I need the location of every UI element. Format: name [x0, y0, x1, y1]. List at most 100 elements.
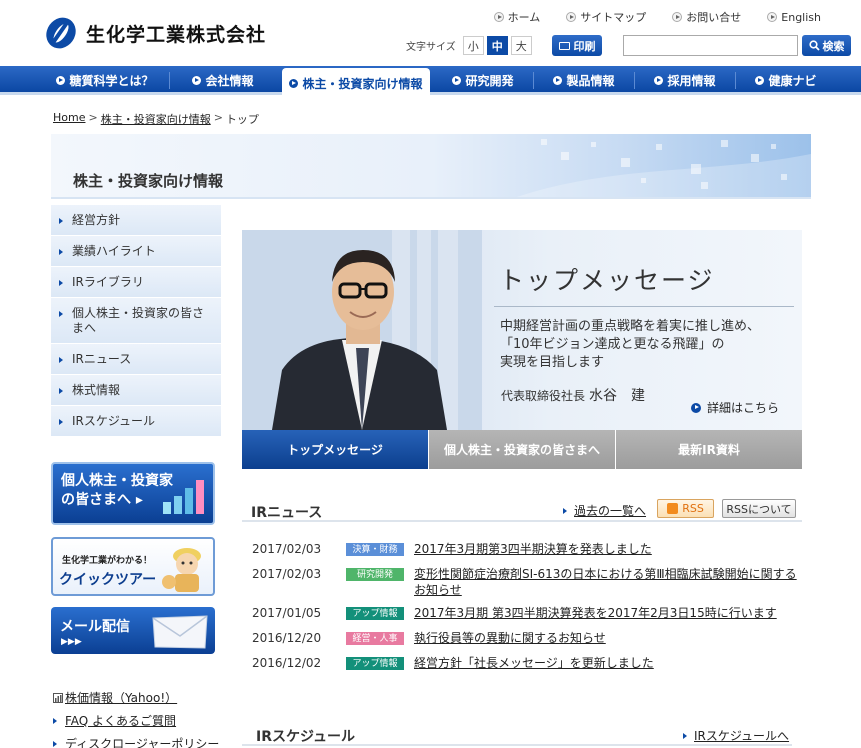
tab-latest-ir[interactable]: 最新IR資料: [615, 430, 802, 469]
font-size-large-button[interactable]: 大: [510, 36, 532, 55]
side-item-stock[interactable]: 株式情報: [51, 375, 221, 406]
news-date: 2016/12/02: [252, 656, 322, 670]
side-item-individual[interactable]: 個人株主・投資家の皆さまへ: [51, 298, 221, 344]
arrow-icon: [59, 311, 63, 317]
side-links: 株価情報（Yahoo!） FAQ よくあるご質問 ディスクロージャーポリシー: [53, 686, 219, 748]
president-signature: 代表取締役社長 水谷 建: [501, 388, 646, 404]
logo-mark-icon: [44, 16, 78, 50]
print-button[interactable]: 印刷: [552, 35, 602, 56]
breadcrumb-investors[interactable]: 株主・投資家向け情報: [101, 111, 211, 127]
news-link[interactable]: 2017年3月期 第3四半期決算発表を2017年2月3日15時に行います: [414, 605, 804, 621]
president-photo: [242, 230, 482, 430]
news-category-badge: 研究開発: [346, 568, 404, 581]
tab-individual-investors[interactable]: 個人株主・投資家の皆さまへ: [428, 430, 615, 469]
news-row: 2017/02/03 研究開発 変形性関節症治療剤SI-613の日本における第Ⅲ相臨…: [252, 566, 804, 598]
ir-tabs: トップメッセージ 個人株主・投資家の皆さまへ 最新IR資料: [242, 430, 802, 469]
font-size-small-button[interactable]: 小: [462, 36, 484, 55]
side-item-ir-news[interactable]: IRニュース: [51, 344, 221, 375]
arrow-icon: [59, 357, 63, 363]
arrow-circle-icon: [566, 12, 577, 22]
nav-item-glycoscience[interactable]: 糖質科学とは？: [46, 66, 164, 95]
side-item-ir-library[interactable]: IRライブラリ: [51, 267, 221, 298]
news-link[interactable]: 経営方針「社長メッセージ」を更新しました: [414, 655, 804, 671]
font-size-medium-button[interactable]: 中: [486, 36, 508, 55]
side-item-ir-schedule[interactable]: IRスケジュール: [51, 406, 221, 437]
bar-chart-icon: [163, 480, 204, 514]
home-link[interactable]: ホーム: [493, 9, 540, 25]
hero-more-link[interactable]: 詳細はこちら: [691, 399, 779, 416]
side-item-policy[interactable]: 経営方針: [51, 205, 221, 236]
stock-price-link[interactable]: 株価情報（Yahoo!）: [53, 686, 219, 709]
tab-top-message[interactable]: トップメッセージ: [242, 430, 428, 469]
arrow-icon: [59, 419, 63, 425]
arrow-circle-icon: [452, 76, 462, 85]
breadcrumb-home[interactable]: Home: [53, 111, 85, 127]
nav-item-research[interactable]: 研究開発: [437, 66, 529, 95]
arrow-icon: [59, 249, 63, 255]
ir-schedule-title: IRスケジュール: [256, 729, 356, 745]
top-message-hero: トップメッセージ 中期経営計画の重点戦略を着実に推し進め、 「10年ビジョン達成…: [242, 230, 802, 430]
arrow-circle-icon: [672, 12, 683, 22]
news-link[interactable]: 変形性関節症治療剤SI-613の日本における第Ⅲ相臨床試験開始に関するお知らせ: [414, 566, 804, 598]
arrow-icon: [53, 717, 57, 724]
news-date: 2017/01/05: [252, 606, 322, 620]
news-date: 2017/02/03: [252, 542, 322, 556]
news-category-badge: 経営・人事: [346, 632, 404, 645]
arrow-circle-icon: [553, 76, 563, 85]
news-link[interactable]: 2017年3月期第3四半期決算を発表しました: [414, 541, 804, 557]
news-link[interactable]: 執行役員等の異動に関するお知らせ: [414, 630, 804, 646]
header: 生化学工業株式会社 ホーム サイトマップ お問い合せ English 文字サイズ…: [0, 0, 861, 66]
mail-delivery-banner[interactable]: メール配信 ▶▶▶: [51, 607, 215, 654]
arrow-icon: [59, 280, 63, 286]
company-logo[interactable]: 生化学工業株式会社: [44, 16, 266, 50]
side-nav: 経営方針 業績ハイライト IRライブラリ 個人株主・投資家の皆さまへ IRニュー…: [51, 205, 221, 437]
search-input[interactable]: [623, 35, 798, 56]
search-button[interactable]: 検索: [802, 35, 851, 56]
news-date: 2017/02/03: [252, 567, 322, 581]
faq-link[interactable]: FAQ よくあるご質問: [53, 709, 219, 732]
arrow-circle-icon: [691, 402, 701, 413]
nav-divider: [169, 72, 170, 89]
nav-item-products[interactable]: 製品情報: [538, 66, 630, 95]
hero-body: 中期経営計画の重点戦略を着実に推し進め、 「10年ビジョン達成と更なる飛躍」の …: [500, 319, 761, 370]
individual-investors-banner[interactable]: 個人株主・投資家 の皆さまへ ▸: [51, 462, 215, 525]
sitemap-link[interactable]: サイトマップ: [566, 9, 646, 25]
nav-item-health[interactable]: 健康ナビ: [740, 66, 832, 95]
envelope-icon: [152, 615, 208, 649]
news-category-badge: アップ情報: [346, 607, 404, 620]
news-category-badge: アップ情報: [346, 657, 404, 670]
side-item-highlights[interactable]: 業績ハイライト: [51, 236, 221, 267]
printer-icon: [558, 41, 570, 50]
arrow-circle-icon: [767, 12, 778, 22]
ir-schedule-link[interactable]: IRスケジュールへ: [683, 727, 789, 744]
nav-item-investors[interactable]: 株主・投資家向け情報: [282, 68, 430, 98]
arrow-circle-icon: [654, 76, 664, 85]
rss-button[interactable]: RSS: [657, 499, 714, 518]
breadcrumb-current: トップ: [225, 113, 259, 126]
contact-link[interactable]: お問い合せ: [672, 9, 741, 25]
mascot-illustration: [162, 548, 201, 592]
nav-item-recruit[interactable]: 採用情報: [639, 66, 731, 95]
past-news-link[interactable]: 過去の一覧へ: [563, 502, 646, 519]
banner-decoration: [517, 139, 811, 197]
quick-tour-banner[interactable]: 生化学工業がわかる！ クイックツアー: [51, 537, 215, 596]
font-size-label: 文字サイズ: [406, 42, 456, 53]
font-size-selector: 文字サイズ 小 中 大: [406, 36, 532, 55]
rss-about-button[interactable]: RSSについて: [722, 499, 796, 518]
news-row: 2016/12/02 アップ情報 経営方針「社長メッセージ」を更新しました: [252, 655, 804, 671]
arrow-circle-icon: [192, 76, 202, 85]
chart-icon: [53, 692, 63, 703]
arrow-icon: [59, 388, 63, 394]
news-category-badge: 決算・財務: [346, 543, 404, 556]
nav-item-company[interactable]: 会社情報: [173, 66, 273, 95]
arrow-circle-icon: [56, 76, 66, 85]
english-link[interactable]: English: [767, 9, 821, 25]
arrow-circle-icon: [493, 12, 504, 22]
global-nav: 糖質科学とは？ 会社情報 株主・投資家向け情報 研究開発 製品情報 採用情報 健…: [0, 66, 861, 98]
disclosure-policy-link[interactable]: ディスクロージャーポリシー: [53, 732, 219, 748]
hero-title: トップメッセージ: [499, 266, 715, 295]
arrow-circle-icon: [289, 78, 299, 88]
hero-divider: [494, 306, 794, 307]
ir-schedule-header: IRスケジュール IRスケジュールへ: [242, 722, 792, 746]
page-title: 株主・投資家向け情報: [73, 172, 224, 190]
